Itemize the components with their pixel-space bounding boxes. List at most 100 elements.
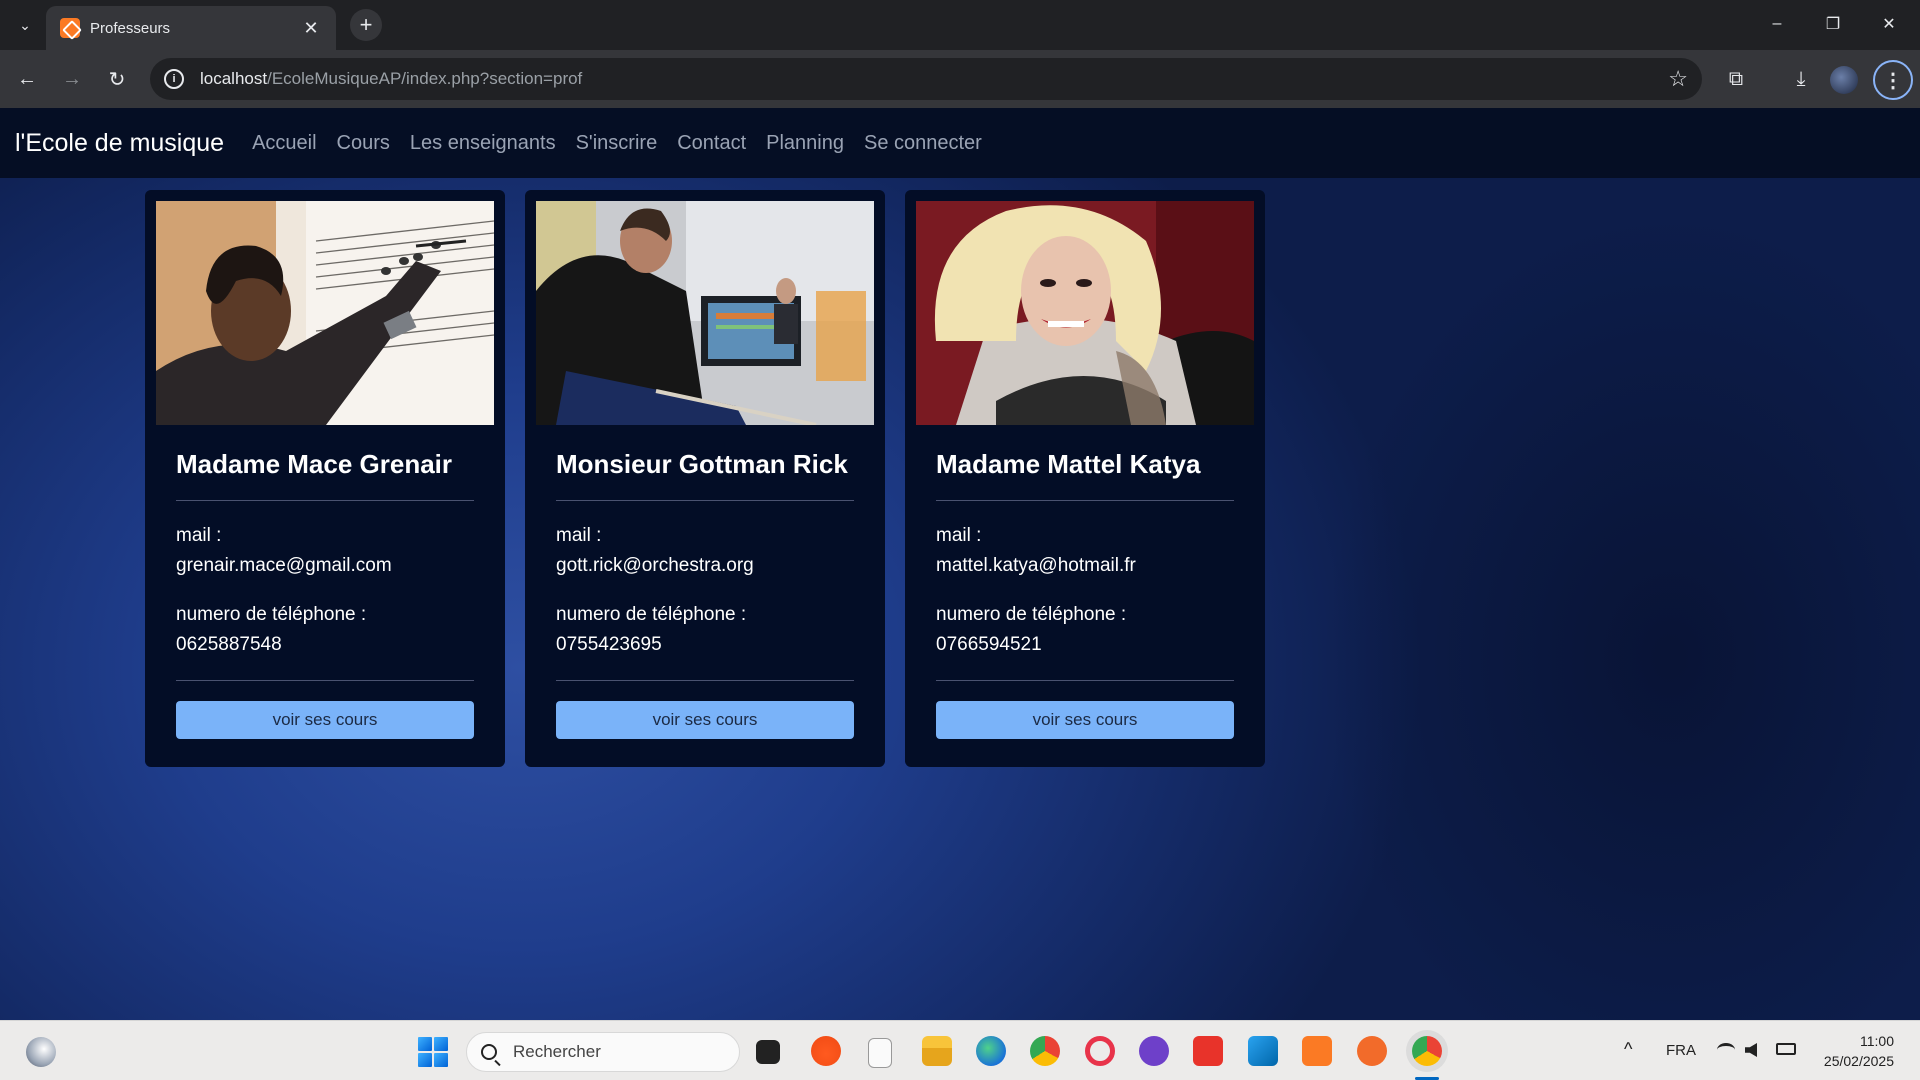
- soundcloud-icon[interactable]: [811, 1036, 841, 1066]
- profile-avatar[interactable]: [1830, 66, 1858, 94]
- reload-icon: ↻: [108, 68, 126, 91]
- teacher-email: mattel.katya@hotmail.fr: [936, 555, 1136, 576]
- teacher-phone: 0766594521: [936, 634, 1042, 655]
- phone-label: numero de téléphone :: [556, 604, 747, 625]
- tab-close-icon[interactable]: ✕: [300, 18, 322, 39]
- site-navbar: l'Ecole de musique Accueil Cours Les ens…: [0, 108, 1920, 178]
- url-host: localhost: [200, 69, 268, 88]
- clock-time: 11:00: [1860, 1033, 1894, 1049]
- divider: [176, 500, 474, 501]
- divider: [556, 500, 854, 501]
- divider: [176, 680, 474, 681]
- url-path: /EcoleMusiqueAP/index.php?section=prof: [267, 69, 583, 88]
- phone-label: numero de téléphone :: [176, 604, 367, 625]
- card-body: Madame Mace Grenair mail : grenair.mace@…: [176, 425, 474, 739]
- nav-link-inscrire[interactable]: S'inscrire: [576, 132, 658, 155]
- windows-taskbar: Rechercher ^ FRA 11:00 25/02/2025: [0, 1020, 1920, 1080]
- extensions-button[interactable]: ⧉: [1719, 62, 1753, 96]
- mail-label: mail :: [176, 525, 222, 546]
- pen-app-icon[interactable]: [1357, 1036, 1387, 1066]
- teacher-name: Madame Mace Grenair: [176, 449, 453, 479]
- back-button[interactable]: ←: [11, 63, 43, 95]
- close-icon: ✕: [1882, 16, 1896, 33]
- teacher-card: Madame Mattel Katya mail : mattel.katya@…: [905, 190, 1265, 767]
- nav-link-contact[interactable]: Contact: [677, 132, 746, 155]
- task-view-icon[interactable]: [756, 1040, 780, 1064]
- voir-cours-button[interactable]: voir ses cours: [176, 701, 474, 739]
- teacher-card: Madame Mace Grenair mail : grenair.mace@…: [145, 190, 505, 767]
- divider: [936, 500, 1234, 501]
- browser-toolbar: ← → ↻ i localhost/EcoleMusiqueAP/index.p…: [0, 50, 1920, 108]
- search-icon: [481, 1044, 497, 1060]
- vscode-icon[interactable]: [1248, 1036, 1278, 1066]
- teacher-phone: 0625887548: [176, 634, 282, 655]
- github-desktop-icon[interactable]: [1139, 1036, 1169, 1066]
- battery-icon[interactable]: [1776, 1043, 1796, 1055]
- browser-tab-bar: ⌄ Professeurs ✕ + – ❐ ✕: [0, 0, 1920, 50]
- page-content: l'Ecole de musique Accueil Cours Les ens…: [0, 108, 1920, 1020]
- tab-title: Professeurs: [90, 19, 171, 37]
- language-indicator[interactable]: FRA: [1666, 1042, 1696, 1059]
- reload-button[interactable]: ↻: [101, 63, 133, 95]
- volume-muted-icon[interactable]: [1745, 1043, 1757, 1057]
- download-icon: ⤓: [1796, 67, 1806, 90]
- edge-icon[interactable]: [976, 1036, 1006, 1066]
- browser-tab[interactable]: Professeurs ✕: [46, 6, 336, 50]
- downloads-button[interactable]: ⤓: [1784, 62, 1818, 96]
- minimize-button[interactable]: –: [1754, 8, 1800, 40]
- mail-label: mail :: [936, 525, 982, 546]
- teacher-photo: [156, 201, 494, 425]
- opera-icon[interactable]: [1085, 1036, 1115, 1066]
- new-tab-button[interactable]: +: [350, 9, 382, 41]
- tab-list-button[interactable]: ⌄: [12, 12, 38, 38]
- forward-button[interactable]: →: [56, 63, 88, 95]
- xampp-favicon-icon: [60, 18, 80, 38]
- chrome-icon[interactable]: [1030, 1036, 1060, 1066]
- teacher-name: Monsieur Gottman Rick: [556, 449, 848, 479]
- chrome-active-icon[interactable]: [1412, 1036, 1442, 1066]
- chevron-down-icon: ⌄: [19, 16, 31, 33]
- browser-menu-button[interactable]: ⋮: [1873, 60, 1913, 100]
- arrow-right-icon: →: [62, 67, 82, 90]
- more-vert-icon: ⋮: [1883, 69, 1903, 92]
- nav-link-enseignants[interactable]: Les enseignants: [410, 132, 556, 155]
- nav-link-cours[interactable]: Cours: [337, 132, 390, 155]
- mail-label: mail :: [556, 525, 602, 546]
- nav-link-planning[interactable]: Planning: [766, 132, 844, 155]
- wifi-icon[interactable]: [1717, 1043, 1735, 1057]
- bookmark-star-icon[interactable]: ☆: [1668, 66, 1688, 92]
- teacher-photo: [916, 201, 1254, 425]
- wps-office-icon[interactable]: [1193, 1036, 1223, 1066]
- teacher-name: Madame Mattel Katya: [936, 449, 1201, 479]
- plus-icon: +: [359, 12, 373, 37]
- nav-link-accueil[interactable]: Accueil: [252, 132, 316, 155]
- notepad-icon[interactable]: [868, 1038, 892, 1068]
- search-placeholder: Rechercher: [513, 1042, 601, 1061]
- nav-link-connecter[interactable]: Se connecter: [864, 132, 982, 155]
- card-body: Monsieur Gottman Rick mail : gott.rick@o…: [556, 425, 854, 739]
- minimize-icon: –: [1772, 15, 1782, 32]
- voir-cours-button[interactable]: voir ses cours: [936, 701, 1234, 739]
- xampp-icon[interactable]: [1302, 1036, 1332, 1066]
- taskbar-clock[interactable]: 11:00 25/02/2025: [1824, 1031, 1894, 1071]
- weather-widget-icon[interactable]: [26, 1037, 56, 1067]
- arrow-left-icon: ←: [17, 67, 37, 90]
- site-info-icon[interactable]: i: [164, 69, 184, 89]
- teacher-photo: [536, 201, 874, 425]
- puzzle-icon: ⧉: [1728, 67, 1744, 90]
- teacher-phone: 0755423695: [556, 634, 662, 655]
- window-close-button[interactable]: ✕: [1866, 8, 1912, 40]
- voir-cours-button[interactable]: voir ses cours: [556, 701, 854, 739]
- address-bar[interactable]: i localhost/EcoleMusiqueAP/index.php?sec…: [150, 58, 1702, 100]
- restore-button[interactable]: ❐: [1810, 8, 1856, 40]
- teacher-email: gott.rick@orchestra.org: [556, 555, 754, 576]
- phone-label: numero de téléphone :: [936, 604, 1127, 625]
- divider: [936, 680, 1234, 681]
- site-brand[interactable]: l'Ecole de musique: [15, 129, 224, 158]
- teacher-email: grenair.mace@gmail.com: [176, 555, 392, 576]
- tray-chevron-icon[interactable]: ^: [1624, 1039, 1632, 1060]
- file-explorer-icon[interactable]: [922, 1036, 952, 1066]
- restore-icon: ❐: [1825, 16, 1841, 33]
- taskbar-search[interactable]: Rechercher: [466, 1032, 740, 1072]
- windows-start-icon[interactable]: [418, 1037, 448, 1067]
